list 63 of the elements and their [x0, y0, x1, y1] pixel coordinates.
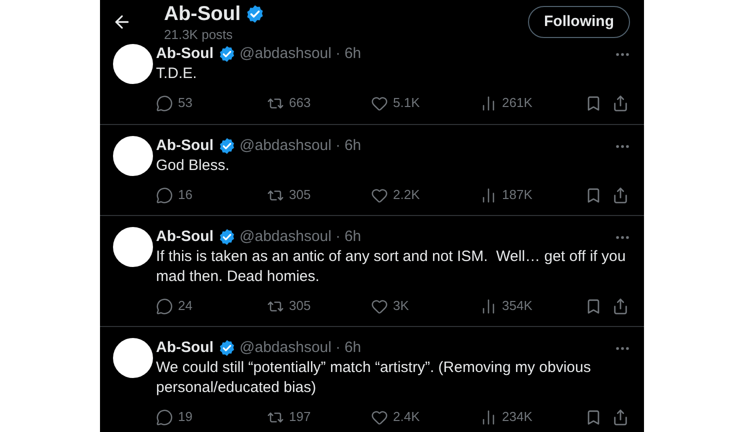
post-text: If this is taken as an antic of any sort and not ISM. Well… get off if you mad then. Dead homies.	[156, 247, 627, 287]
author-name[interactable]: Ab-Soul	[156, 134, 214, 158]
bookmark-icon[interactable]	[585, 186, 602, 204]
author-name[interactable]: Ab-Soul	[156, 226, 214, 248]
share-icon[interactable]	[612, 408, 629, 426]
views-icon[interactable]	[480, 186, 497, 204]
post-text: God Bless.	[156, 156, 230, 176]
stat-count: 5.1K	[393, 94, 420, 112]
like-icon[interactable]	[371, 298, 388, 314]
post-time[interactable]: 6h	[344, 134, 362, 158]
reply-icon[interactable]	[156, 186, 173, 204]
share-icon[interactable]	[612, 94, 629, 112]
like-icon[interactable]	[371, 186, 388, 204]
views-icon[interactable]	[480, 408, 497, 426]
author-handle[interactable]: @abdashsoul	[240, 134, 332, 158]
like-icon[interactable]	[371, 408, 388, 426]
stat-count: 234K	[502, 408, 532, 426]
stat-count: 261K	[502, 94, 532, 112]
author-name[interactable]: Ab-Soul	[156, 42, 214, 66]
author-name[interactable]: Ab-Soul	[156, 336, 214, 360]
avatar[interactable]	[113, 44, 153, 84]
stat-count: 354K	[502, 297, 532, 316]
bookmark-icon[interactable]	[585, 408, 602, 426]
stat-count: 663	[289, 94, 311, 112]
post-time[interactable]: 6h	[344, 226, 362, 248]
avatar[interactable]	[113, 227, 153, 267]
post-time[interactable]: 6h	[344, 336, 362, 360]
post-count: 21.3K posts	[164, 28, 234, 42]
stat-count: 53	[178, 94, 192, 112]
stat-count: 305	[289, 297, 311, 316]
separator: ·	[335, 338, 340, 358]
author-handle[interactable]: @abdashsoul	[240, 42, 332, 66]
like-icon[interactable]	[371, 94, 388, 112]
stat-count: 2.2K	[393, 186, 420, 204]
following-button[interactable]: Following	[528, 6, 630, 38]
views-icon[interactable]	[480, 298, 497, 314]
share-icon[interactable]	[612, 298, 629, 314]
post-time[interactable]: 6h	[344, 42, 362, 66]
separator: ·	[335, 136, 340, 156]
author-handle[interactable]: @abdashsoul	[240, 226, 332, 248]
stat-count: 187K	[502, 186, 532, 204]
stat-count: 2.4K	[393, 408, 420, 426]
views-icon[interactable]	[480, 94, 497, 112]
reply-icon[interactable]	[156, 298, 173, 314]
separator: ·	[335, 44, 340, 64]
avatar[interactable]	[113, 136, 153, 176]
separator: ·	[335, 226, 340, 247]
profile-name: Ab-Soul	[164, 2, 241, 27]
stat-count: 24	[178, 297, 192, 316]
stat-count: 16	[178, 186, 192, 204]
bookmark-icon[interactable]	[585, 298, 602, 314]
share-icon[interactable]	[612, 186, 629, 204]
stat-count: 3K	[393, 297, 409, 316]
post-text: We could still “potentially” match “artistry”. (Removing my obvious personal/educated bias)	[156, 358, 592, 398]
reply-icon[interactable]	[156, 408, 173, 426]
bookmark-icon[interactable]	[585, 94, 602, 112]
stat-count: 19	[178, 408, 192, 426]
author-handle[interactable]: @abdashsoul	[240, 336, 332, 360]
avatar[interactable]	[113, 338, 153, 378]
post-text: T.D.E.	[156, 64, 198, 84]
stat-count: 197	[289, 408, 311, 426]
reply-icon[interactable]	[156, 94, 173, 112]
stat-count: 305	[289, 186, 311, 204]
